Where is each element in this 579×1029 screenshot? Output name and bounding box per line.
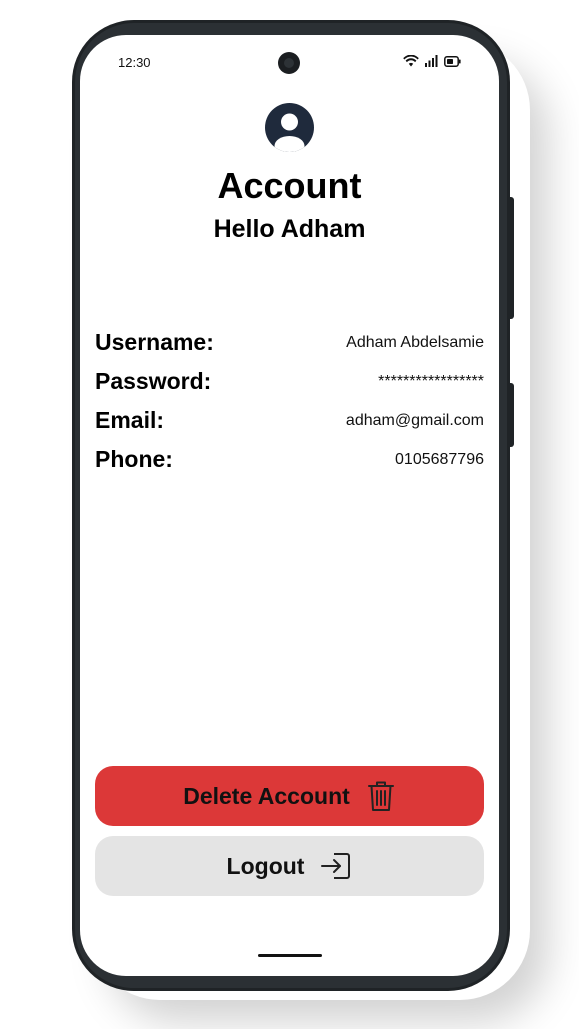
info-row-password: Password: ***************** — [95, 362, 484, 401]
info-row-username: Username: Adham Abdelsamie — [95, 323, 484, 362]
wifi-icon — [403, 55, 419, 67]
account-info-list: Username: Adham Abdelsamie Password: ***… — [95, 323, 484, 479]
phone-label: Phone: — [95, 446, 173, 472]
password-label: Password: — [95, 368, 212, 394]
info-row-email: Email: adham@gmail.com — [95, 401, 484, 440]
status-time: 12:30 — [118, 55, 151, 70]
screen: 12:30 Account Hello Adham Username: Adha… — [80, 35, 499, 976]
home-indicator[interactable] — [258, 954, 322, 957]
username-label: Username: — [95, 329, 214, 355]
logout-icon — [320, 851, 352, 881]
battery-icon — [444, 55, 461, 67]
greeting-text: Hello Adham — [213, 215, 366, 243]
delete-account-label: Delete Account — [183, 782, 350, 809]
logout-label: Logout — [226, 852, 305, 879]
password-value: ***************** — [378, 372, 484, 390]
user-avatar-icon — [265, 103, 314, 152]
info-row-phone: Phone: 0105687796 — [95, 440, 484, 479]
phone-value: 0105687796 — [395, 450, 484, 468]
volume-button — [509, 383, 514, 447]
camera-cutout — [278, 52, 300, 74]
email-label: Email: — [95, 407, 165, 433]
stage: 12:30 Account Hello Adham Username: Adha… — [0, 0, 579, 1029]
logout-button[interactable]: Logout — [95, 836, 484, 896]
signal-icon — [425, 55, 438, 67]
power-button — [509, 197, 514, 319]
trash-icon — [366, 779, 396, 813]
page-title: Account — [217, 165, 362, 206]
delete-account-button[interactable]: Delete Account — [95, 766, 484, 826]
email-value: adham@gmail.com — [345, 411, 484, 429]
username-value: Adham Abdelsamie — [346, 333, 484, 351]
status-icons — [403, 55, 461, 67]
